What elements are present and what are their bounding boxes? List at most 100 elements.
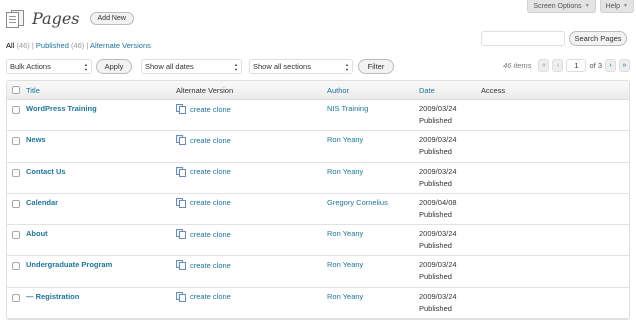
column-title[interactable]: Title: [26, 86, 40, 95]
pages-icon: [6, 9, 26, 28]
date-value: 2009/03/24: [419, 166, 457, 176]
current-page-input[interactable]: 1: [566, 59, 587, 72]
date-value: 2009/03/24: [419, 104, 457, 113]
row-checkbox[interactable]: [12, 293, 20, 302]
total-pages-text: of 3: [589, 61, 602, 70]
date-cell: 2009/03/24 Published: [419, 166, 457, 190]
filter-published-link[interactable]: Published (46): [36, 41, 84, 50]
create-clone-link[interactable]: create clone: [176, 135, 231, 146]
help-button[interactable]: Help ▼: [599, 0, 634, 13]
page-title-link[interactable]: — Registration: [26, 292, 79, 301]
dates-select[interactable]: Show all dates ▲ ▼: [141, 59, 242, 74]
date-value: 2009/03/24: [419, 291, 457, 301]
row-checkbox[interactable]: [12, 106, 20, 114]
prev-page-button[interactable]: ‹: [552, 59, 564, 72]
page-title-link[interactable]: About: [26, 229, 48, 238]
create-clone-link[interactable]: create clone: [176, 260, 231, 271]
clone-icon: [176, 229, 187, 240]
date-cell: 2009/03/24 Published: [419, 259, 457, 283]
table-row: Calendar create clone Gregory Cornelius 200…: [7, 194, 629, 226]
date-cell: 2009/03/24 Published: [419, 291, 457, 315]
page-title-link[interactable]: Calendar: [26, 198, 58, 207]
status-value: Published: [419, 147, 452, 157]
column-date[interactable]: Date: [419, 86, 435, 95]
screen-options-button[interactable]: Screen Options ▼: [527, 0, 596, 13]
table-row: WordPress Training create clone NIS Traini…: [7, 100, 629, 132]
filter-alternate-versions-link[interactable]: Alternate Versions: [90, 41, 151, 50]
row-checkbox[interactable]: [12, 231, 20, 240]
first-page-button[interactable]: «: [538, 59, 550, 72]
select-arrows-icon: ▲ ▼: [345, 62, 349, 72]
select-arrows-icon: ▲ ▼: [84, 62, 88, 72]
clone-icon: [176, 291, 187, 302]
column-author[interactable]: Author: [327, 86, 349, 95]
create-clone-link[interactable]: create clone: [176, 104, 231, 114]
create-clone-link[interactable]: create clone: [176, 197, 231, 208]
next-page-button[interactable]: ›: [605, 59, 616, 72]
chevron-down-icon: ▼: [584, 3, 590, 9]
sections-select[interactable]: Show all sections ▲ ▼: [249, 59, 353, 74]
filter-button[interactable]: Filter: [358, 59, 394, 74]
table-row: Undergraduate Program create clone Ron Yea…: [7, 256, 629, 288]
author-link[interactable]: Ron Yeany: [327, 135, 363, 144]
page-title: Pages: [32, 9, 80, 28]
last-page-button[interactable]: »: [619, 59, 630, 72]
date-value: 2009/04/08: [419, 197, 457, 207]
clone-icon: [176, 166, 187, 177]
search-pages-button[interactable]: Search Pages: [569, 31, 627, 46]
create-clone-link[interactable]: create clone: [176, 291, 231, 302]
row-checkbox[interactable]: [12, 262, 20, 271]
author-link[interactable]: Gregory Cornelius: [327, 198, 388, 207]
status-value: Published: [419, 272, 452, 282]
date-cell: 2009/03/24 Published: [419, 134, 457, 158]
table-header: Title Alternate Version Author Date Acce…: [7, 81, 629, 100]
author-link[interactable]: Ron Yeany: [327, 260, 363, 269]
date-value: 2009/03/24: [419, 229, 457, 239]
table-row: Contact Us create clone Ron Yeany 2009/03/2…: [7, 163, 629, 194]
clone-icon: [176, 197, 187, 208]
add-new-button[interactable]: Add New: [89, 12, 134, 25]
author-link[interactable]: Ron Yeany: [327, 292, 363, 301]
column-alternate-version: Alternate Version: [176, 86, 234, 95]
row-checkbox[interactable]: [12, 168, 20, 177]
select-all-checkbox[interactable]: [12, 86, 20, 94]
create-clone-link[interactable]: create clone: [176, 229, 231, 240]
clone-icon: [176, 260, 187, 271]
table-row: About create clone Ron Yeany 2009/03/24 Publ…: [7, 225, 629, 257]
filter-all-link[interactable]: All (46): [6, 41, 30, 50]
status-value: Published: [419, 116, 452, 125]
chevron-down-icon: ▼: [623, 3, 628, 9]
search-box: Search Pages: [481, 31, 627, 46]
page-title-link[interactable]: Undergraduate Program: [26, 260, 112, 269]
date-value: 2009/03/24: [419, 260, 457, 270]
status-value: Published: [419, 303, 452, 313]
page-header: Pages Add New: [6, 9, 134, 28]
bulk-actions-select[interactable]: Bulk Actions ▲ ▼: [6, 59, 92, 74]
date-value: 2009/03/24: [419, 135, 457, 145]
author-link[interactable]: Ron Yeany: [327, 167, 363, 176]
page-title-link[interactable]: News: [26, 135, 46, 144]
create-clone-link[interactable]: create clone: [176, 166, 231, 177]
page-title-link[interactable]: Contact Us: [26, 167, 66, 176]
screen-meta: Screen Options ▼ Help ▼: [527, 0, 634, 13]
apply-button[interactable]: Apply: [96, 59, 132, 74]
date-cell: 2009/03/24 Published: [419, 228, 457, 252]
clone-icon: [176, 135, 187, 146]
author-link[interactable]: Ron Yeany: [327, 229, 363, 238]
column-access: Access: [481, 86, 506, 95]
table-body: WordPress Training create clone NIS Traini…: [7, 100, 629, 320]
page-title-link[interactable]: WordPress Training: [26, 104, 97, 113]
clone-icon: [176, 104, 187, 114]
row-checkbox[interactable]: [12, 199, 20, 208]
search-input[interactable]: [481, 31, 565, 46]
row-checkbox[interactable]: [12, 137, 20, 146]
date-cell: 2009/03/24 Published: [419, 103, 457, 127]
table-row: News create clone Ron Yeany 2009/03/24 Publi…: [7, 131, 629, 163]
tablenav: Bulk Actions ▲ ▼ Apply Show all dates ▲ ▼ …: [6, 59, 630, 74]
status-filter-links: All (46) | Published (46) | Alternate Ve…: [6, 41, 151, 50]
author-link[interactable]: NIS Training: [327, 104, 368, 113]
pages-table: Title Alternate Version Author Date Acce…: [6, 80, 630, 320]
items-count: 46 items: [503, 61, 532, 70]
status-value: Published: [419, 209, 452, 219]
pagination: 46 items « ‹ 1 of 3 › »: [503, 59, 630, 72]
